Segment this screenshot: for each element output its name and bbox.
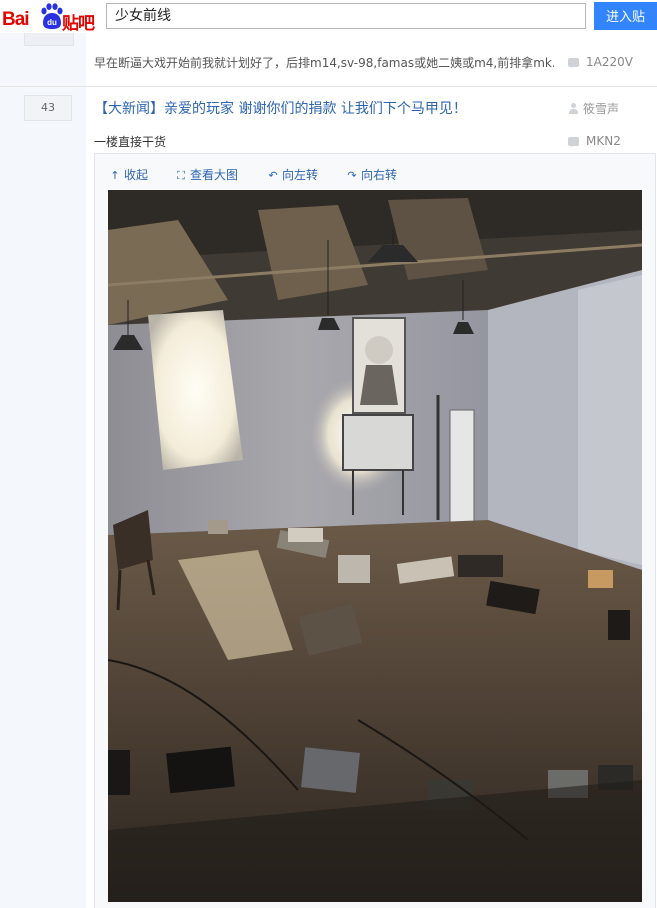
thread-author[interactable]: 筱雪声 xyxy=(568,100,619,117)
thread-last-reply-name[interactable]: MKN2 xyxy=(586,134,621,148)
baidu-paw-icon: du xyxy=(41,3,63,29)
top-bar: Bai du 贴吧 少女前线 进入贴吧 xyxy=(0,0,657,52)
logo-tieba-text: 贴吧 xyxy=(62,14,95,34)
bubble-icon xyxy=(568,137,579,147)
previous-thread-abstract[interactable]: 早在断逼大戏开始前我就计划好了，后排m14,sv-98,famas或她二姨或m4… xyxy=(94,54,554,71)
previous-last-reply-name[interactable]: 1A220V xyxy=(586,55,633,69)
expand-icon: ⛶ xyxy=(177,169,185,182)
search-input[interactable]: 少女前线 xyxy=(106,3,586,29)
collapse-label: 收起 xyxy=(124,168,149,182)
thread-list: 早在断逼大戏开始前我就计划好了，后排m14,sv-98,famas或她二姨或m4… xyxy=(0,33,657,908)
view-large-button[interactable]: ⛶ 查看大图 xyxy=(175,166,238,183)
thread-photo[interactable] xyxy=(108,190,642,902)
bubble-icon xyxy=(568,58,579,68)
enter-tieba-button[interactable]: 进入贴吧 xyxy=(594,2,657,52)
logo-du-text: du xyxy=(47,18,57,27)
collapse-arrow-icon: ↑ xyxy=(110,169,120,182)
rotate-right-label: 向右转 xyxy=(361,168,398,182)
thread-media-box: ↑ 收起 ⛶ 查看大图 ↶ 向左转 ↷ 向右转 xyxy=(94,153,656,908)
user-icon xyxy=(568,103,578,114)
rotate-left-icon: ↶ xyxy=(268,169,278,182)
previous-last-reply[interactable]: 1A220V xyxy=(568,55,633,69)
rotate-left-button[interactable]: ↶ 向左转 xyxy=(267,166,318,183)
rotate-right-button[interactable]: ↷ 向右转 xyxy=(346,166,397,183)
view-large-label: 查看大图 xyxy=(190,168,239,182)
reply-count-badge: 43 xyxy=(24,95,72,121)
thread-last-reply[interactable]: MKN2 xyxy=(568,134,621,148)
thread-author-name[interactable]: 筱雪声 xyxy=(583,102,619,116)
rotate-right-icon: ↷ xyxy=(347,169,357,182)
thread-title-link[interactable]: 【大新闻】亲爱的玩家 谢谢你们的捐款 让我们下个马甲见！ xyxy=(94,98,467,118)
baidu-tieba-logo[interactable]: Bai du 贴吧 xyxy=(2,2,98,34)
collapse-button[interactable]: ↑ 收起 xyxy=(109,166,148,183)
rotate-left-label: 向左转 xyxy=(282,168,319,182)
media-toolbar: ↑ 收起 ⛶ 查看大图 ↶ 向左转 ↷ 向右转 xyxy=(95,154,655,188)
logo-bai-text: Bai xyxy=(2,9,30,30)
row-divider xyxy=(0,86,657,87)
previous-reply-count xyxy=(24,33,74,46)
reply-count-rail xyxy=(0,33,86,908)
thread-abstract: 一楼直接干货 xyxy=(94,135,167,149)
